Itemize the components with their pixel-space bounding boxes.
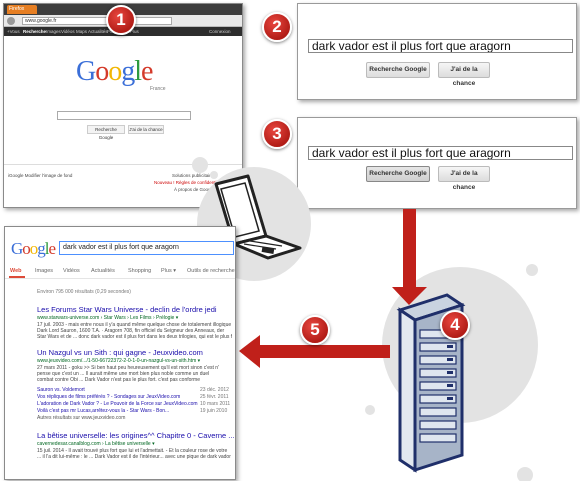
bubble-dot-tiny [210, 171, 218, 179]
server-bubble-dot [365, 405, 375, 415]
result-sublink-date: 25 févr. 2011 [200, 394, 229, 400]
result-url[interactable]: cavernedesar.canalblog.com › La bêtise u… [37, 441, 155, 447]
result-sublink-date: 10 mars 2011 [200, 401, 231, 407]
results-search-input[interactable]: dark vador est il plus fort que aragorn [59, 241, 234, 255]
result-sublink[interactable]: Sauron vs. Voldemort [37, 387, 85, 393]
result-url[interactable]: www.starwars-universe.com › Star Wars › … [37, 315, 178, 321]
nav-divider [5, 278, 235, 279]
bubble-dot-small [192, 157, 208, 173]
result-sublink[interactable]: L'adoration de Dark Vador ? - Le Pouvoir… [37, 401, 198, 407]
result-count: Environ 795 000 résultats (0,29 secondes… [37, 289, 131, 295]
result-title[interactable]: La bêtise universelle: les origines^^ Ch… [37, 431, 235, 440]
result-url[interactable]: www.jeuxvideo.com/.../1-50-66722372-2-0-… [37, 358, 200, 364]
tab-search-tools[interactable]: Outils de recherche [187, 268, 235, 274]
result-sublink[interactable]: Vos répliques de films préférés ? - Sond… [37, 394, 180, 400]
step-badge-5: 5 [300, 315, 330, 345]
result-sublink-date: 23 déc. 2012 [200, 387, 229, 393]
result-snippet: combat contre Obi ... Dark Vador n'est p… [37, 377, 201, 383]
bubble-dot [289, 229, 303, 243]
server-bubble-dot [526, 264, 538, 276]
result-sublink[interactable]: Voilà c'est pas mr Lucas,arrêtez-vous la… [37, 408, 169, 414]
arrow-to-server [392, 209, 427, 305]
server-bubble-dot [517, 467, 533, 481]
result-title[interactable]: Les Forums Star Wars Universe - declin d… [37, 305, 217, 314]
result-title[interactable]: Un Nazgul vs un Sith : qui gagne - Jeuxv… [37, 348, 203, 357]
result-snippet: ... il l'a dit lui-même : le ... Dark Va… [37, 454, 232, 460]
google-logo-small: Google [11, 239, 56, 258]
tab-web[interactable]: Web [10, 268, 22, 274]
result-snippet: Star Wars et de ... donc dark vador est … [37, 334, 232, 340]
tab-news[interactable]: Actualités [91, 268, 115, 274]
tab-shopping[interactable]: Shopping [128, 268, 151, 274]
result-sublink-date: 19 juin 2010 [200, 408, 228, 414]
tab-videos[interactable]: Vidéos [63, 268, 80, 274]
more-results-link[interactable]: Autres résultats sur www.jeuxvideo.com [37, 415, 125, 421]
tab-more[interactable]: Plus ▾ [161, 268, 176, 274]
tab-images[interactable]: Images [35, 268, 53, 274]
results-window: Google dark vador est il plus fort que a… [4, 226, 236, 480]
step-badge-4: 4 [440, 310, 470, 340]
